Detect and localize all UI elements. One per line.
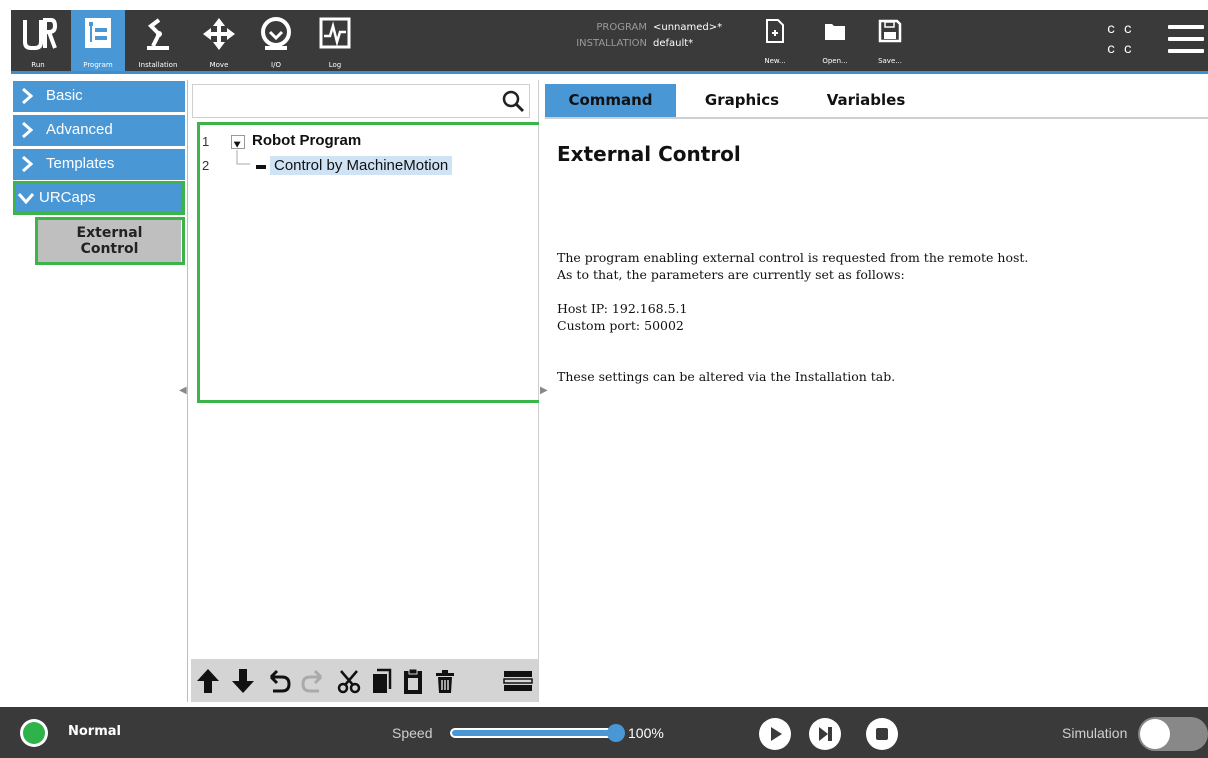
open-folder-icon	[825, 24, 845, 40]
tab-io-label: I/O	[271, 61, 281, 69]
installation-label: INSTALLATION	[576, 38, 647, 49]
program-icon	[85, 18, 111, 48]
speed-slider[interactable]	[450, 728, 618, 738]
sidebar-item-advanced[interactable]: Advanced	[13, 115, 185, 146]
cut-icon[interactable]	[337, 667, 361, 695]
detail-tabs: Command Graphics Variables	[545, 84, 1208, 119]
program-name: <unnamed>*	[653, 22, 723, 33]
top-toolbar: Run Program Installation Move I/O Log PR…	[11, 10, 1208, 71]
sidebar-item-label: Templates	[46, 155, 115, 172]
open-button[interactable]: Open...	[815, 10, 855, 71]
tab-variables[interactable]: Variables	[811, 84, 921, 117]
urcaps-highlight-box	[13, 181, 185, 215]
tab-run[interactable]: Run	[11, 10, 65, 71]
tab-run-label: Run	[31, 61, 45, 69]
sidebar-item-label: Advanced	[46, 121, 113, 138]
step-forward-icon	[819, 727, 832, 741]
tab-move-label: Move	[209, 61, 229, 69]
sidebar-item-label: Basic	[46, 87, 83, 104]
tab-program[interactable]: Program	[71, 10, 125, 71]
suppress-icon[interactable]	[503, 667, 533, 695]
play-icon	[771, 727, 782, 741]
host-ip-text: Host IP: 192.168.5.1	[557, 301, 688, 316]
ur-logo-icon	[23, 18, 58, 50]
tab-io[interactable]: I/O	[249, 10, 303, 71]
simulation-toggle[interactable]	[1138, 717, 1208, 751]
custom-port-text: Custom port: 50002	[557, 318, 684, 333]
search-icon[interactable]	[501, 89, 525, 113]
chevron-right-icon	[22, 155, 33, 173]
new-button[interactable]: New...	[755, 10, 795, 71]
toggle-knob	[1140, 719, 1170, 749]
installation-tab-note: These settings can be altered via the In…	[557, 369, 896, 384]
copy-icon[interactable]	[369, 667, 393, 695]
external-control-title: External Control	[557, 142, 741, 166]
description-line-2: As to that, the parameters are currently…	[557, 267, 905, 282]
tab-graphics[interactable]: Graphics	[687, 84, 797, 117]
step-button[interactable]	[809, 718, 841, 750]
hamburger-menu-icon[interactable]	[1168, 25, 1204, 57]
collapse-left-icon[interactable]: ◀	[179, 385, 187, 396]
header-accent-stripe	[11, 71, 1208, 74]
save-button-label: Save...	[878, 57, 902, 65]
undo-icon[interactable]	[267, 667, 291, 695]
stop-button[interactable]	[866, 718, 898, 750]
speed-slider-fill	[452, 730, 616, 736]
move-up-icon[interactable]	[196, 667, 220, 695]
tab-log[interactable]: Log	[308, 10, 362, 71]
tree-toolbar	[191, 659, 538, 702]
tab-command[interactable]: Command	[545, 84, 676, 117]
robot-status-button[interactable]	[20, 719, 48, 747]
tab-move[interactable]: Move	[192, 10, 246, 71]
program-node-sidebar: Basic Advanced Templates URCaps	[11, 80, 187, 702]
log-icon	[319, 17, 351, 49]
chevron-right-icon	[22, 87, 33, 105]
stop-icon	[876, 728, 888, 740]
cc-indicator-top: c c	[1107, 22, 1133, 38]
speed-label: Speed	[392, 725, 433, 741]
external-control-highlight-box	[35, 217, 185, 265]
simulation-label: Simulation	[1062, 725, 1128, 741]
io-icon	[261, 17, 291, 50]
move-down-icon[interactable]	[231, 667, 255, 695]
robot-status-label: Normal	[68, 724, 121, 739]
installation-name: default*	[653, 38, 694, 49]
play-button[interactable]	[759, 718, 791, 750]
program-label: PROGRAM	[596, 22, 647, 33]
search-input[interactable]	[192, 84, 530, 118]
paste-icon[interactable]	[401, 667, 425, 695]
redo-icon[interactable]	[301, 667, 325, 695]
open-button-label: Open...	[822, 57, 848, 65]
header-bar: Run Program Installation Move I/O Log PR…	[0, 0, 1208, 74]
cc-indicator-bottom: c c	[1107, 42, 1133, 58]
installation-icon	[147, 18, 169, 50]
sidebar-item-templates[interactable]: Templates	[13, 149, 185, 180]
collapse-right-icon[interactable]: ▶	[540, 385, 548, 396]
new-button-label: New...	[764, 57, 786, 65]
status-indicator-icon	[23, 722, 45, 744]
move-icon	[203, 18, 235, 50]
node-detail-panel	[539, 80, 1208, 702]
save-icon	[878, 19, 902, 43]
speed-slider-handle[interactable]	[607, 724, 625, 742]
tab-installation-label: Installation	[138, 61, 178, 69]
tab-program-label: Program	[83, 61, 113, 69]
save-button[interactable]: Save...	[870, 10, 910, 71]
tab-installation[interactable]: Installation	[131, 10, 185, 71]
chevron-right-icon	[22, 121, 33, 139]
description-line-1: The program enabling external control is…	[557, 250, 1029, 265]
new-file-icon	[766, 19, 784, 43]
footer-bar: Normal Speed 100% Simulation	[0, 707, 1208, 758]
tab-log-label: Log	[328, 61, 342, 69]
speed-value: 100%	[628, 725, 664, 741]
delete-icon[interactable]	[433, 667, 457, 695]
sidebar-item-basic[interactable]: Basic	[13, 81, 185, 112]
